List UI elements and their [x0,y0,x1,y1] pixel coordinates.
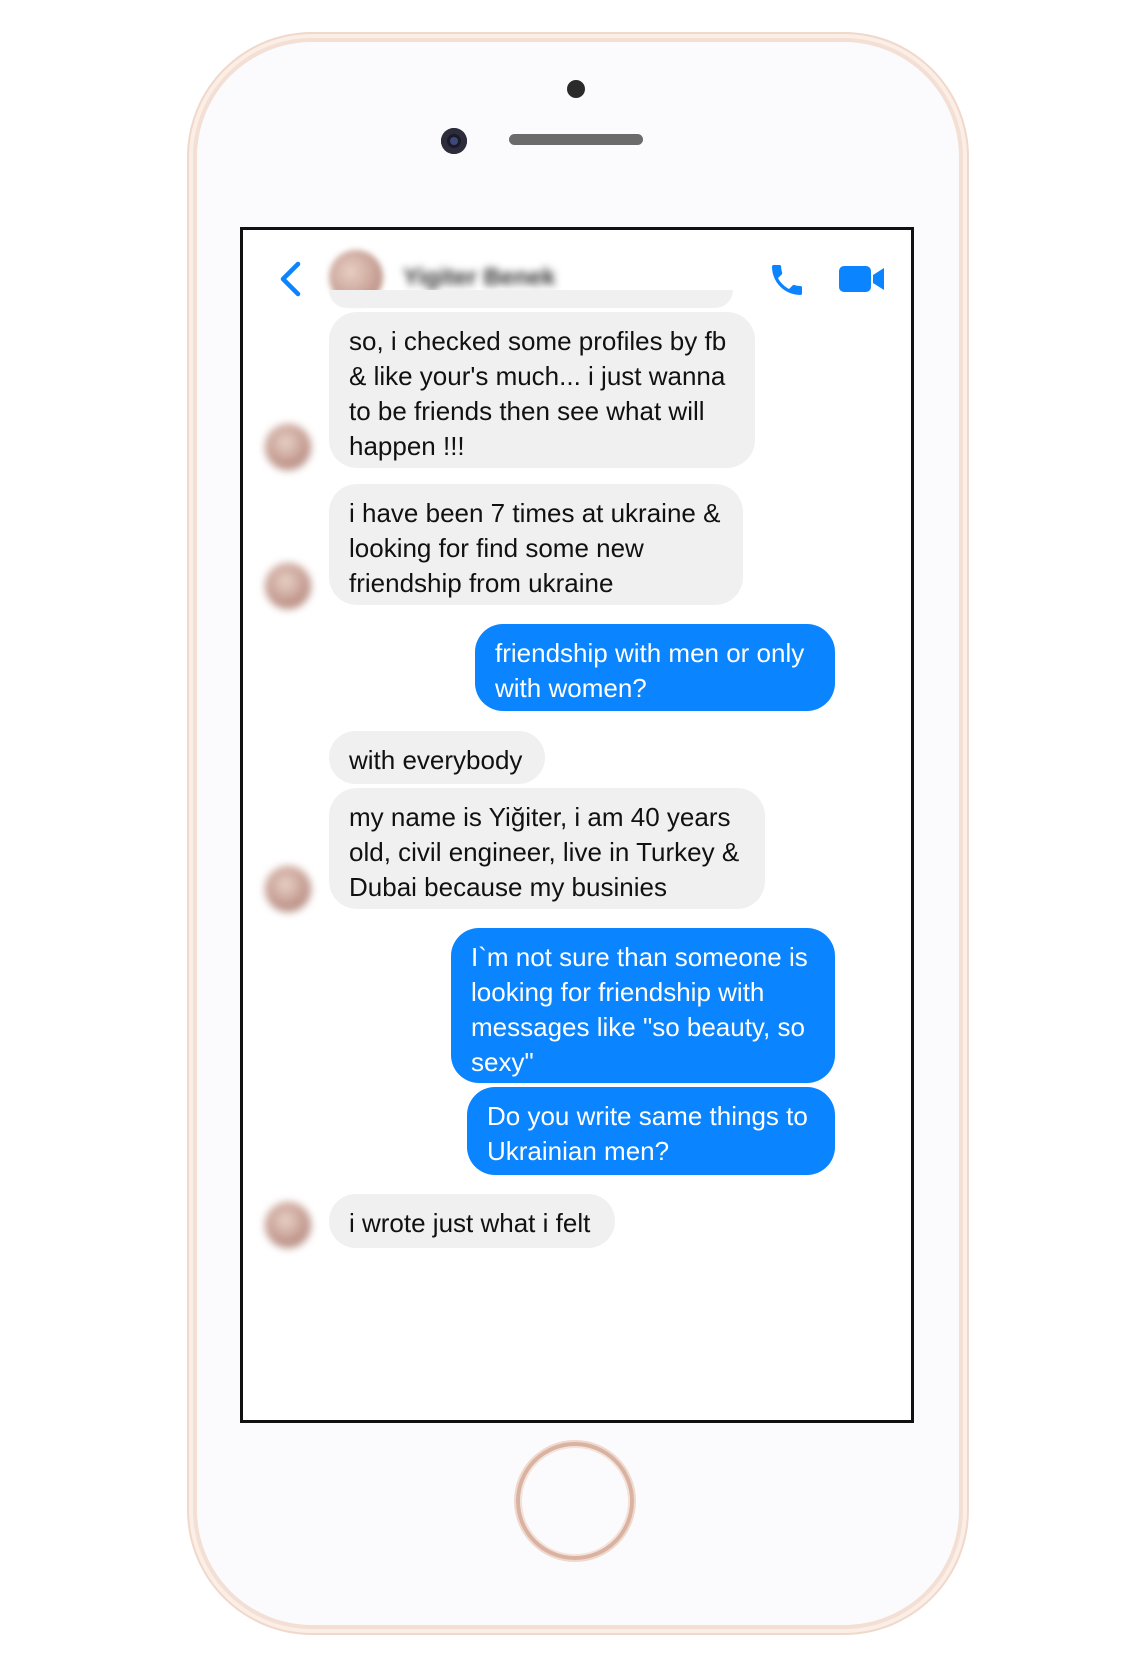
home-button[interactable] [516,1442,634,1560]
earpiece-speaker [509,134,643,145]
volume-up-button [189,355,197,459]
message-incoming-4[interactable]: my name is Yiğiter, i am 40 years old, c… [329,788,765,909]
contact-name[interactable]: Yigiter Benek [403,264,556,292]
sender-avatar [265,424,311,470]
mute-switch [189,232,197,284]
message-outgoing-2[interactable]: I`m not sure than someone is looking for… [451,928,835,1083]
messenger-screen: Yigiter Benek so, i checked some profile… [240,227,914,1423]
message-previous [329,290,733,308]
proximity-sensor [567,80,585,98]
video-camera-icon[interactable] [839,263,887,295]
message-incoming-1[interactable]: so, i checked some profiles by fb & like… [329,312,755,468]
sender-avatar [265,1202,311,1248]
message-incoming-3[interactable]: with everybody [329,731,545,784]
message-incoming-5[interactable]: i wrote just what i felt [329,1194,615,1248]
message-outgoing-1[interactable]: friendship with men or only with women? [475,624,835,711]
sender-avatar [265,563,311,609]
chevron-left-icon[interactable] [277,260,303,298]
message-incoming-2[interactable]: i have been 7 times at ukraine & looking… [329,484,743,605]
phone-icon[interactable] [767,260,807,300]
volume-down-button [189,490,197,594]
sender-avatar [265,866,311,912]
message-outgoing-3[interactable]: Do you write same things to Ukrainian me… [467,1087,835,1175]
front-camera-icon [441,128,467,154]
